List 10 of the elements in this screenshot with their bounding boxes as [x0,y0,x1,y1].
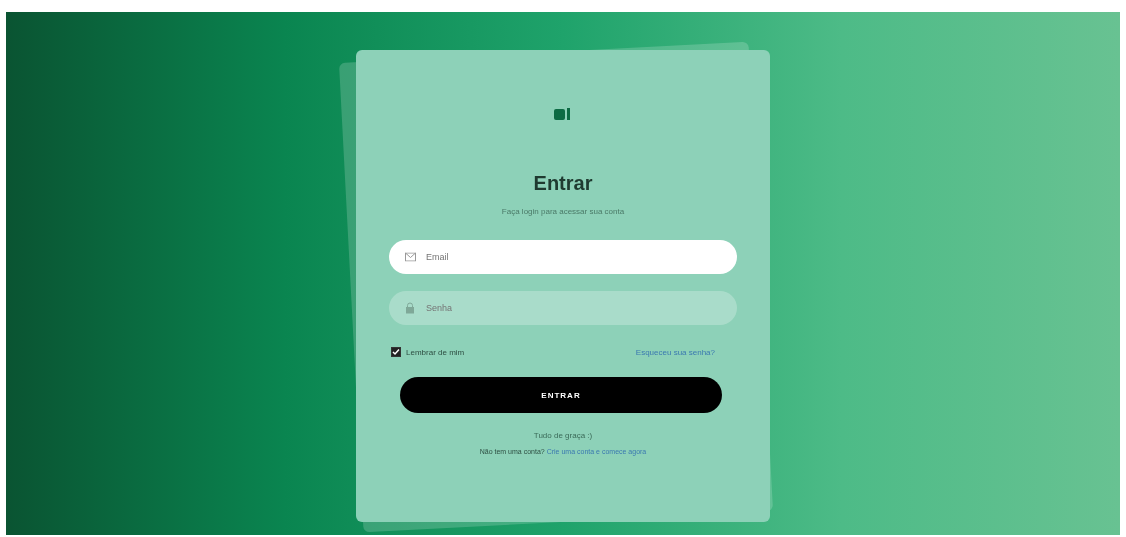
login-title: Entrar [533,172,593,195]
logo-icon [553,106,573,122]
mail-icon [405,252,416,262]
checkbox-icon[interactable] [391,347,401,357]
submit-button[interactable]: ENTRAR [400,377,722,413]
email-field[interactable]: Email [389,240,737,274]
remember-checkbox[interactable]: Lembrar de mim [391,347,465,357]
note-text: Tudo de graça :) [533,431,593,440]
lock-icon [405,302,415,314]
login-subtitle: Faça login para acessar sua conta [501,207,625,216]
